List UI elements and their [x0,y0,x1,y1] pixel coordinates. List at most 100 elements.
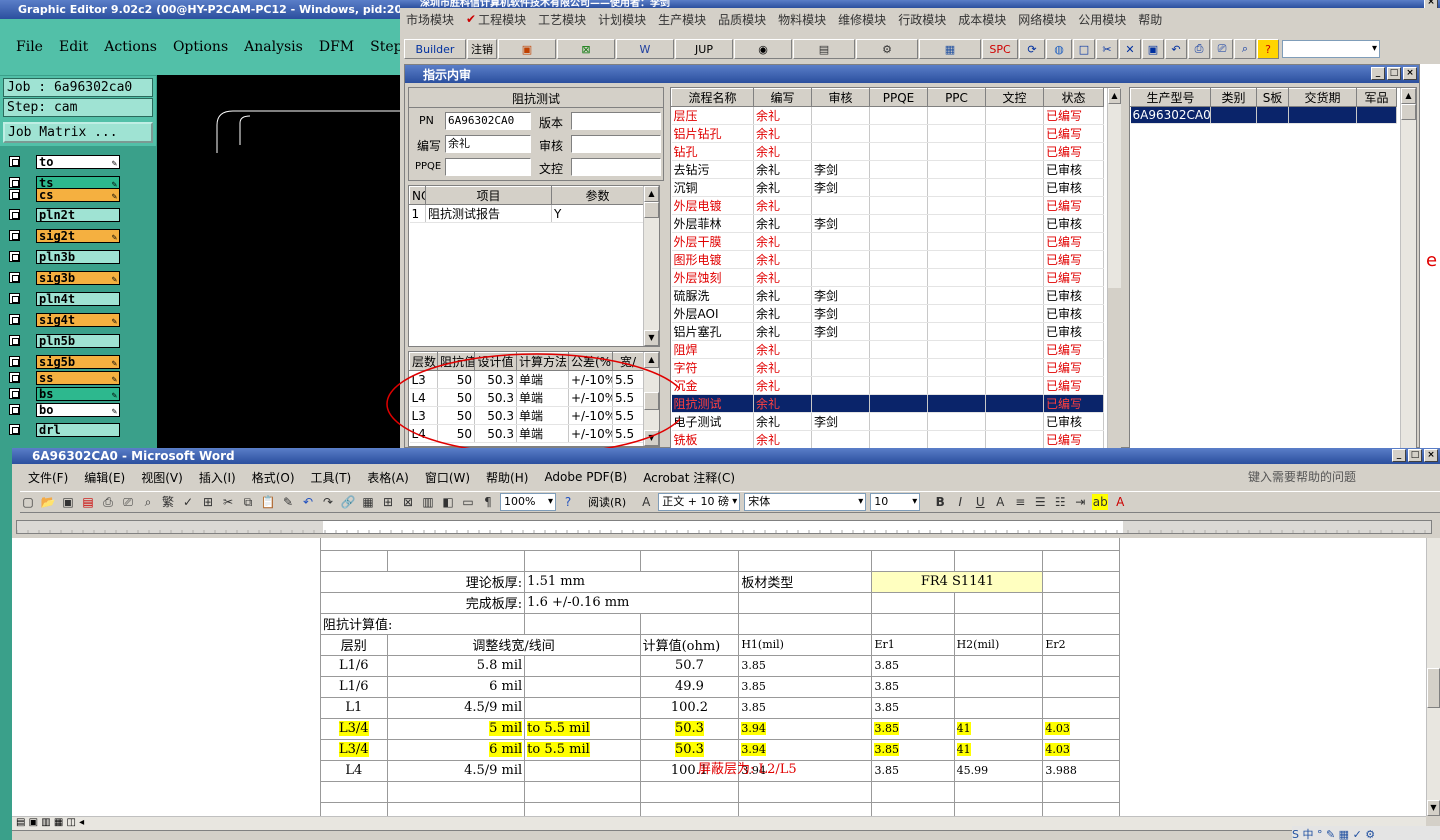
ppt-icon[interactable]: ▣ [498,39,556,59]
font-color-icon[interactable]: A [1112,494,1128,510]
flow-row[interactable]: 去钻污 余礼 李剑 已审核 [671,160,1104,179]
flow-row[interactable]: 外层蚀刻 余礼 已编写 [671,268,1104,287]
flow-header[interactable]: 审核 [811,88,870,107]
layer-checkbox[interactable] [9,251,20,262]
copy-icon[interactable]: ⧉ [240,494,256,510]
erp-menu-item[interactable]: 计划模块 [598,11,646,28]
word-icon[interactable]: W [616,39,674,59]
research-icon[interactable]: ⊞ [200,494,216,510]
read-button[interactable]: 阅读(R) [588,494,626,510]
insert-table-icon[interactable]: ⊞ [380,494,396,510]
document-area[interactable]: 理论板厚: 1.51 mm 板材类型 FR4 S1141 完成板厚: 1.6 +/-0.… [12,538,1426,816]
horizontal-ruler[interactable] [16,520,1432,534]
layer-name[interactable]: ss ✎ [36,370,120,385]
redo-icon[interactable]: ↷ [320,494,336,510]
word-menu-item[interactable]: 帮助(H) [486,469,528,486]
flow-row[interactable]: 阻抗测试 余礼 已编写 [671,394,1104,413]
erp-menu-item[interactable]: 品质模块 [718,11,766,28]
erp-menu-item[interactable]: 市场模块 [406,11,454,28]
layer-checkbox[interactable] [9,156,20,167]
layer-name[interactable]: sig5b ✎ [36,354,120,369]
cut-icon[interactable]: ✂ [1096,39,1118,59]
review-field[interactable] [571,135,661,153]
jup-button[interactable]: JUP [675,39,733,59]
layer-checkbox[interactable] [9,272,20,283]
layer-row-ss[interactable]: ss ✎ [9,370,120,385]
globe-icon[interactable]: ◍ [1046,39,1072,59]
style-select[interactable]: 正文 + 10 磅 [658,493,741,511]
help-icon[interactable]: ? [560,494,576,510]
logout-button[interactable]: 注销 [467,39,497,59]
excel-icon[interactable]: ⊠ [557,39,615,59]
word-menu-item[interactable]: 表格(A) [367,469,409,486]
layer-row-drl[interactable]: drl [9,422,120,437]
document-map-icon[interactable]: ▭ [460,494,476,510]
items-header[interactable]: 参数 [551,186,644,205]
items-scrollbar[interactable]: ▲ ▼ [643,186,659,346]
model-header[interactable]: 生产型号 [1130,88,1211,107]
layer-name[interactable]: bo ✎ [36,402,120,417]
help-icon[interactable]: ? [1257,39,1279,59]
job-matrix-button[interactable]: Job Matrix ... [3,122,153,143]
maximize-icon[interactable]: □ [1387,67,1401,80]
model-header[interactable]: S板 [1256,88,1289,107]
undo-icon[interactable]: ↶ [1165,39,1187,59]
items-header[interactable]: NO [409,186,426,205]
layer-row-bo[interactable]: bo ✎ [9,402,120,417]
bold-icon[interactable]: B [932,494,948,510]
indent-icon[interactable]: ⇥ [1072,494,1088,510]
layer-checkbox[interactable] [9,189,20,200]
tables-borders-icon[interactable]: ▦ [360,494,376,510]
layer-row-sig3b[interactable]: sig3b ✎ [9,270,120,285]
layer-name[interactable]: sig3b ✎ [36,270,120,285]
version-field[interactable] [571,112,661,130]
layer-checkbox[interactable] [9,314,20,325]
ime-bar[interactable]: S 中 ° ✎ ▦ ✓ ⚙ [1292,826,1440,840]
model-header[interactable]: 军品 [1356,88,1397,107]
layer-checkbox[interactable] [9,230,20,241]
flow-header[interactable]: 编写 [753,88,812,107]
flow-row[interactable]: 阻焊 余礼 已编写 [671,340,1104,359]
spc-button[interactable]: SPC [982,39,1018,59]
layer-name[interactable]: cs ✎ [36,187,120,202]
delete-icon[interactable]: ✕ [1119,39,1141,59]
flow-row[interactable]: 钻孔 余礼 已编写 [671,142,1104,161]
flow-row[interactable]: 层压 余礼 已编写 [671,106,1104,125]
cut-icon[interactable]: ✂ [220,494,236,510]
doc-vertical-scrollbar[interactable]: ▼ [1426,538,1440,816]
flow-header[interactable]: 文控 [985,88,1044,107]
ge-menu-actions[interactable]: Actions [96,39,165,55]
bullets-icon[interactable]: ☷ [1052,494,1068,510]
hyperlink-icon[interactable]: 🔗 [340,494,356,510]
flow-row[interactable]: 沉铜 余礼 李剑 已审核 [671,178,1104,197]
show-hide-icon[interactable]: ¶ [480,494,496,510]
erp-close-icon[interactable]: × [1424,0,1438,8]
save-disk-icon[interactable]: ▦ [919,39,981,59]
ge-menu-file[interactable]: File [8,39,51,55]
layer-checkbox[interactable] [9,335,20,346]
erp-menu-item[interactable]: 工艺模块 [538,11,586,28]
save-icon[interactable]: ▣ [60,494,76,510]
word-menu-item[interactable]: Adobe PDF(B) [544,470,627,484]
layer-row-pln5b[interactable]: pln5b [9,333,120,348]
zoom-select[interactable]: 100% [500,493,556,511]
database-icon[interactable]: ▤ [793,39,855,59]
print-preview-icon[interactable]: ⎚ [120,494,136,510]
layer-checkbox[interactable] [9,404,20,415]
erp-menu-item[interactable]: 行政模块 [898,11,946,28]
erp-menu-item[interactable]: 维修模块 [838,11,886,28]
layer-row-sig4t[interactable]: sig4t ✎ [9,312,120,327]
drawing-icon[interactable]: ◧ [440,494,456,510]
flow-row[interactable]: 铣板 余礼 已编写 [671,430,1104,449]
preview-icon[interactable]: ⌕ [140,494,156,510]
layer-name[interactable]: to ✎ [36,154,120,169]
layer-row-cs[interactable]: cs ✎ [9,187,120,202]
flow-row[interactable]: 字符 余礼 已编写 [671,358,1104,377]
numbering-icon[interactable]: ☰ [1032,494,1048,510]
erp-menu-item[interactable]: 网络模块 [1018,11,1066,28]
doc-control-field[interactable] [571,158,661,176]
flow-row[interactable]: 外层干膜 余礼 已编写 [671,232,1104,251]
word-menu-item[interactable]: 窗口(W) [425,469,470,486]
spelling-icon[interactable]: ✓ [180,494,196,510]
minimize-icon[interactable]: _ [1371,67,1385,80]
